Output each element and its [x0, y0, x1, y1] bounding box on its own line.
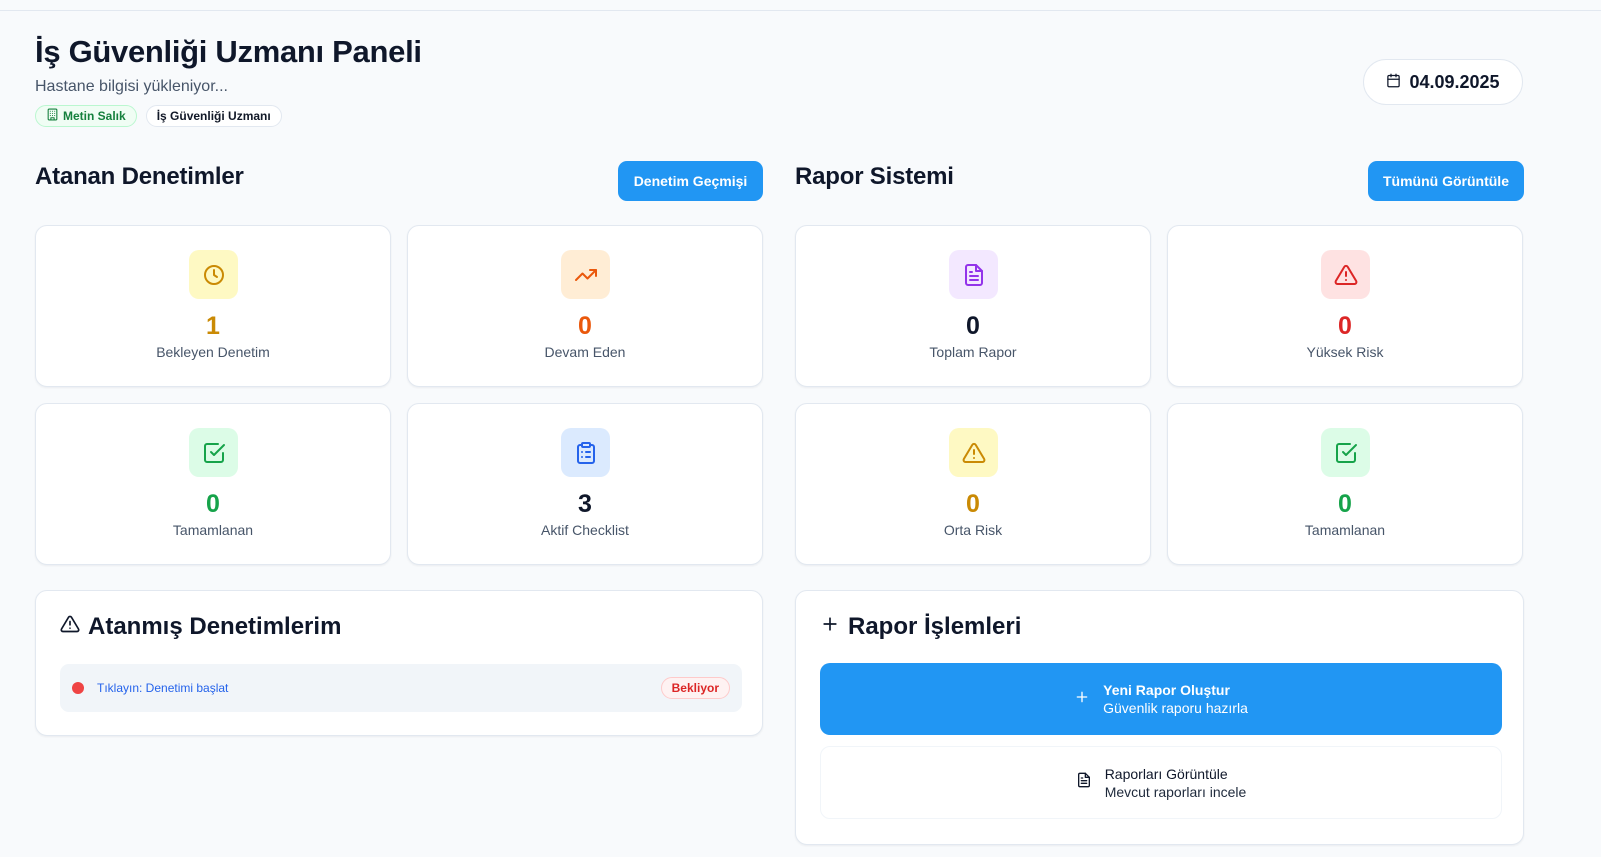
stat-card-high-risk: 0 Yüksek Risk — [1167, 225, 1523, 387]
new-report-title: Yeni Rapor Oluştur — [1103, 682, 1230, 698]
panel-title-text: Atanmış Denetimlerim — [88, 613, 342, 640]
status-dot — [72, 682, 84, 694]
audit-list-item[interactable]: Tıklayın: Denetimi başlat Bekliyor — [60, 664, 742, 712]
calendar-icon — [1386, 72, 1401, 93]
check-square-icon — [189, 428, 238, 477]
stat-value: 0 — [206, 490, 220, 518]
view-reports-title: Raporları Görüntüle — [1104, 765, 1228, 782]
top-divider — [0, 10, 1601, 11]
stat-value: 0 — [966, 490, 980, 518]
stat-value: 0 — [1338, 490, 1352, 518]
stat-label: Tamamlanan — [1304, 522, 1386, 538]
page-header: İş Güvenliği Uzmanı Paneli Hastane bilgi… — [35, 34, 422, 127]
start-audit-link[interactable]: Tıklayın: Denetimi başlat — [97, 681, 661, 695]
check-square-icon — [1321, 428, 1370, 477]
stat-card-completed: 0 Tamamlanan — [35, 403, 391, 565]
stat-card-total-reports: 0 Toplam Rapor — [795, 225, 1151, 387]
clipboard-icon — [561, 428, 610, 477]
date-value: 04.09.2025 — [1409, 71, 1500, 92]
role-badge: İş Güvenliği Uzmanı — [145, 105, 282, 127]
assigned-audits-panel: Atanmış Denetimlerim Tıklayın: Denetimi … — [35, 590, 763, 736]
date-display: 04.09.2025 — [1363, 59, 1523, 105]
file-text-icon — [1076, 772, 1092, 793]
audit-history-button[interactable]: Denetim Geçmişi — [618, 161, 763, 201]
stat-card-pending: 1 Bekleyen Denetim — [35, 225, 391, 387]
stat-value: 0 — [966, 312, 980, 340]
stat-label: Orta Risk — [943, 522, 1003, 538]
report-actions-panel: Rapor İşlemleri Yeni Rapor Oluştur Güven… — [795, 590, 1524, 845]
audits-section-title: Atanan Denetimler — [35, 163, 244, 190]
reports-section-title: Rapor Sistemi — [795, 163, 954, 190]
stat-label: Yüksek Risk — [1306, 344, 1384, 360]
clock-icon — [189, 250, 238, 299]
stat-label: Bekleyen Denetim — [156, 344, 270, 360]
view-reports-subtitle: Mevcut raporları incele — [1104, 783, 1247, 800]
stat-value: 3 — [578, 490, 592, 518]
stat-card-active-checklist: 3 Aktif Checklist — [407, 403, 763, 565]
stat-card-in-progress: 0 Devam Eden — [407, 225, 763, 387]
stat-label: Toplam Rapor — [929, 344, 1017, 360]
view-all-reports-button[interactable]: Tümünü Görüntüle — [1368, 161, 1524, 201]
new-report-subtitle: Güvenlik raporu hazırla — [1103, 700, 1248, 716]
status-badge: Bekliyor — [660, 677, 730, 699]
user-name: Metin Salık — [63, 109, 126, 123]
stat-value: 0 — [578, 312, 592, 340]
stat-card-reports-completed: 0 Tamamlanan — [1167, 403, 1523, 565]
alert-triangle-icon — [1321, 250, 1370, 299]
hospital-subtitle: Hastane bilgisi yükleniyor... — [35, 78, 228, 95]
stat-label: Tamamlanan — [172, 522, 254, 538]
panel-title-text: Rapor İşlemleri — [848, 613, 1022, 640]
building-icon — [46, 108, 59, 124]
alert-triangle-icon — [60, 613, 80, 641]
stat-label: Aktif Checklist — [541, 522, 629, 538]
trending-up-icon — [561, 250, 610, 299]
report-actions-title: Rapor İşlemleri — [820, 613, 1021, 641]
user-badges: Metin Salık İş Güvenliği Uzmanı — [35, 105, 422, 127]
plus-icon — [820, 613, 840, 641]
stat-value: 0 — [1338, 312, 1352, 340]
file-text-icon — [949, 250, 998, 299]
view-reports-button[interactable]: Raporları Görüntüle Mevcut raporları inc… — [820, 746, 1502, 819]
new-report-button[interactable]: Yeni Rapor Oluştur Güvenlik raporu hazır… — [820, 663, 1502, 735]
stat-card-medium-risk: 0 Orta Risk — [795, 403, 1151, 565]
alert-triangle-icon — [949, 428, 998, 477]
user-badge: Metin Salık — [35, 105, 137, 127]
page-title: İş Güvenliği Uzmanı Paneli — [35, 34, 422, 69]
stat-value: 1 — [206, 312, 220, 340]
assigned-audits-title: Atanmış Denetimlerim — [60, 613, 341, 641]
plus-icon — [1074, 689, 1090, 710]
stat-label: Devam Eden — [544, 344, 626, 360]
